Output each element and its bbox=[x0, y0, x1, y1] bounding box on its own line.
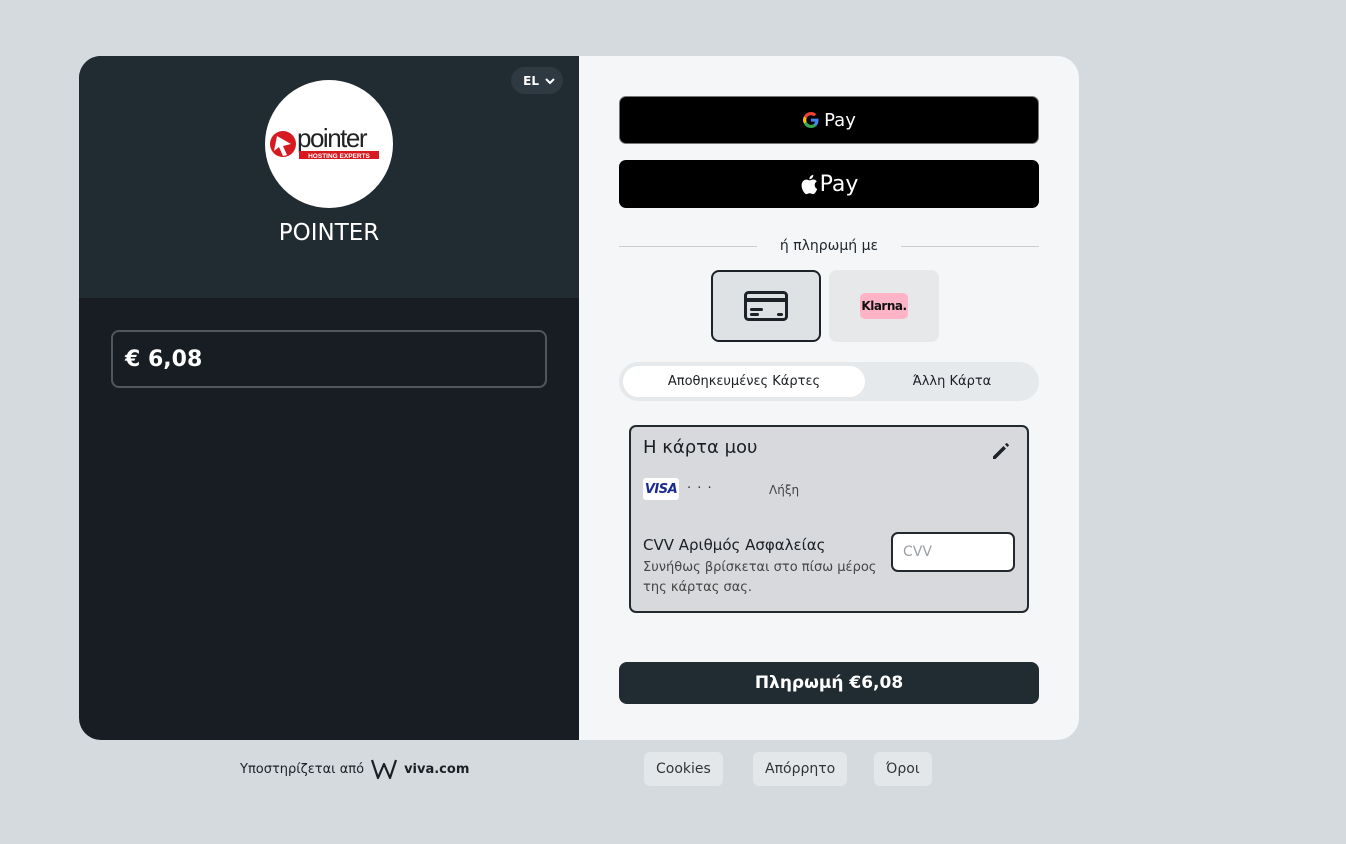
visa-logo: VISA bbox=[643, 478, 679, 500]
merchant-name: POINTER bbox=[278, 220, 380, 246]
tab-saved-cards[interactable]: Αποθηκευμένες Κάρτες bbox=[623, 366, 865, 397]
chevron-down-icon bbox=[545, 77, 555, 84]
footer-link-privacy[interactable]: Απόρρητο bbox=[753, 752, 848, 786]
svg-text:pointer: pointer bbox=[297, 123, 368, 153]
apple-icon bbox=[801, 174, 817, 194]
masked-card-number: · · · bbox=[687, 481, 713, 496]
card-method-button[interactable] bbox=[711, 270, 821, 342]
footer-link-cookies[interactable]: Cookies bbox=[644, 752, 723, 786]
merchant-logo: pointer HOSTING EXPERTS bbox=[265, 80, 393, 208]
saved-card-item[interactable]: Η κάρτα μου VISA · · · Λήξη CVV Αριθμός … bbox=[629, 425, 1029, 613]
google-pay-label: Pay bbox=[824, 109, 856, 131]
cvv-input[interactable] bbox=[891, 532, 1015, 572]
language-selector[interactable]: EL bbox=[511, 67, 563, 94]
or-pay-with-divider: ή πληρωμή με bbox=[619, 238, 1039, 254]
apple-pay-button[interactable]: Pay bbox=[619, 160, 1039, 208]
klarna-method-button[interactable]: Klarna. bbox=[829, 270, 939, 342]
pay-button[interactable]: Πληρωμή €6,08 bbox=[619, 662, 1039, 704]
checkout-card: EL pointer HOSTING EXPERTS POINTER € 6,0… bbox=[79, 56, 1079, 740]
language-label: EL bbox=[523, 73, 539, 88]
saved-card-title: Η κάρτα μου bbox=[643, 437, 758, 458]
payment-panel: Pay Pay ή πληρωμή με Klarna. Αποθηκευμέν… bbox=[579, 56, 1079, 740]
klarna-logo: Klarna. bbox=[860, 293, 908, 319]
google-pay-button[interactable]: Pay bbox=[619, 96, 1039, 144]
pencil-icon[interactable] bbox=[991, 441, 1011, 461]
expiry-label: Λήξη bbox=[769, 483, 800, 497]
powered-by-text: Υποστηρίζεται από bbox=[240, 761, 365, 777]
viva-brand[interactable]: viva.com bbox=[404, 762, 469, 777]
cvv-help-text: Συνήθως βρίσκεται στο πίσω μέρος της κάρ… bbox=[643, 560, 877, 595]
divider-line bbox=[901, 246, 1039, 247]
credit-card-icon bbox=[744, 291, 788, 321]
viva-logo-icon bbox=[371, 759, 398, 780]
google-g-icon bbox=[803, 112, 819, 128]
powered-by: Υποστηρίζεται από viva.com bbox=[240, 752, 469, 786]
svg-text:HOSTING EXPERTS: HOSTING EXPERTS bbox=[308, 153, 370, 160]
cvv-label: CVV Αριθμός Ασφαλείας bbox=[643, 536, 826, 554]
apple-pay-label: Pay bbox=[819, 171, 859, 197]
merchant-header: EL pointer HOSTING EXPERTS POINTER bbox=[79, 56, 579, 298]
pointer-logo-icon: pointer HOSTING EXPERTS bbox=[270, 123, 379, 160]
tab-other-card[interactable]: Άλλη Κάρτα bbox=[869, 366, 1035, 397]
order-summary-panel: EL pointer HOSTING EXPERTS POINTER € 6,0… bbox=[79, 56, 579, 740]
order-amount: € 6,08 bbox=[111, 330, 547, 388]
footer-link-terms[interactable]: Όροι bbox=[874, 752, 932, 786]
card-tabs: Αποθηκευμένες Κάρτες Άλλη Κάρτα bbox=[619, 362, 1039, 401]
